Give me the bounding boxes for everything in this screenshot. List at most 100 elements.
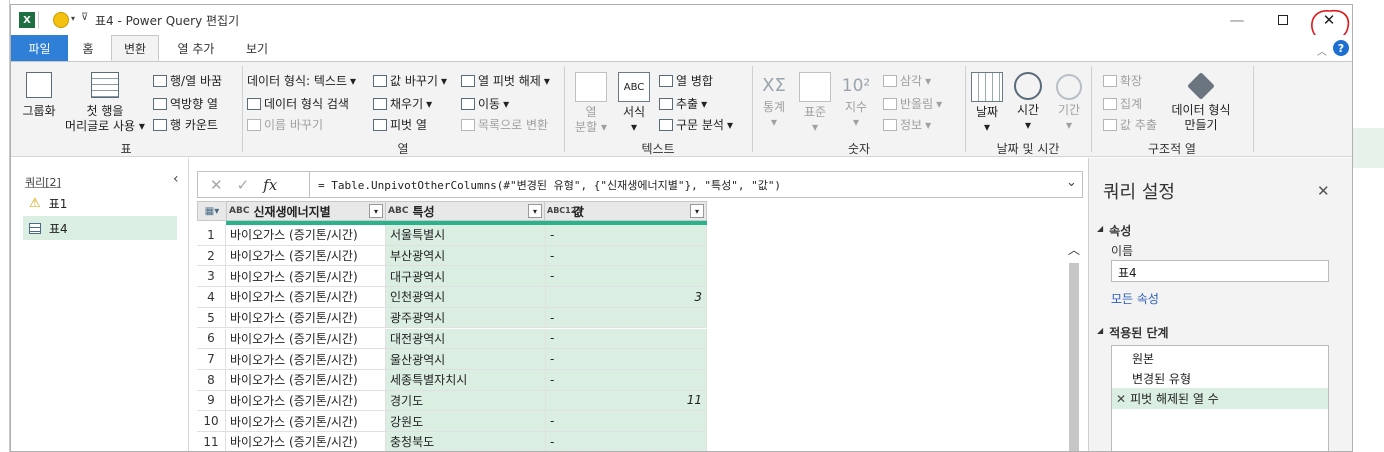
row-number[interactable]: 6 bbox=[197, 328, 226, 350]
cell-value[interactable]: - bbox=[546, 266, 707, 288]
text-type-icon[interactable]: ABC bbox=[388, 206, 408, 216]
close-settings-icon[interactable]: ✕ bbox=[1317, 182, 1330, 200]
trigonometry-button[interactable]: 삼각 ▾ bbox=[883, 72, 931, 89]
cell-energy[interactable]: 바이오가스 (증기톤/시간) bbox=[226, 307, 386, 329]
convert-to-list-button[interactable]: 목록으로 변환 bbox=[461, 116, 548, 133]
cell-value[interactable]: - bbox=[546, 369, 707, 391]
collapse-pane-icon[interactable]: ‹ bbox=[173, 171, 179, 187]
query-item-1[interactable]: ⚠ 표1 bbox=[23, 192, 177, 214]
column-header[interactable]: ABC 신재생에너지별 ▾ bbox=[226, 201, 386, 221]
row-number[interactable]: 1 bbox=[197, 225, 226, 246]
cell-region[interactable]: 세종특별자치시 bbox=[386, 369, 546, 391]
table-menu-button[interactable]: ▦▾ bbox=[197, 201, 227, 221]
column-header[interactable]: ABC123 값 ▾ bbox=[544, 201, 707, 221]
cell-region[interactable]: 경기도 bbox=[386, 390, 546, 412]
cell-energy[interactable]: 바이오가스 (증기톤/시간) bbox=[226, 369, 386, 391]
row-number[interactable]: 8 bbox=[197, 369, 226, 391]
cell-value[interactable]: - bbox=[546, 245, 707, 267]
cell-energy[interactable]: 바이오가스 (증기톤/시간) bbox=[226, 411, 386, 432]
query-name-input[interactable]: 표4 bbox=[1111, 260, 1329, 282]
cell-value[interactable]: - bbox=[546, 225, 707, 246]
merge-columns-button[interactable]: 열 병합 bbox=[659, 72, 713, 89]
row-number[interactable]: 4 bbox=[197, 287, 226, 308]
cell-value[interactable]: - bbox=[546, 307, 707, 329]
information-button[interactable]: 정보 ▾ bbox=[883, 116, 931, 133]
scientific-button[interactable]: 10² 지수 ▾ bbox=[838, 72, 874, 130]
column-header[interactable]: ABC 특성 ▾ bbox=[385, 201, 545, 221]
cell-value[interactable]: 3 bbox=[546, 287, 707, 308]
row-number[interactable]: 9 bbox=[197, 390, 226, 412]
date-button[interactable]: 날짜 ▾ bbox=[969, 72, 1005, 135]
delete-step-icon[interactable]: ✕ bbox=[1116, 392, 1126, 406]
row-number[interactable]: 11 bbox=[197, 432, 226, 451]
cell-region[interactable]: 인천광역시 bbox=[386, 287, 546, 308]
step-item-selected[interactable]: ✕ 피벗 해제된 열 수 bbox=[1112, 388, 1328, 409]
vertical-scrollbar[interactable]: ︿ bbox=[1067, 237, 1081, 451]
rounding-button[interactable]: 반올림 ▾ bbox=[883, 95, 942, 112]
fill-button[interactable]: 채우기 ▾ bbox=[373, 95, 432, 112]
move-button[interactable]: 이동 ▾ bbox=[461, 95, 509, 112]
minimize-button[interactable]: — bbox=[1214, 5, 1260, 35]
tab-transform[interactable]: 변환 bbox=[111, 35, 159, 61]
parse-button[interactable]: 구문 분석 ▾ bbox=[659, 116, 733, 133]
filter-dropdown-icon[interactable]: ▾ bbox=[690, 204, 704, 218]
time-button[interactable]: 시간 ▾ bbox=[1010, 72, 1046, 133]
use-first-row-headers-button[interactable]: 첫 행을 머리글로 사용 ▾ bbox=[59, 72, 151, 134]
scroll-thumb[interactable] bbox=[1069, 263, 1079, 451]
cell-region[interactable]: 울산광역시 bbox=[386, 349, 546, 370]
cell-energy[interactable]: 바이오가스 (증기톤/시간) bbox=[226, 245, 386, 267]
cell-region[interactable]: 부산광역시 bbox=[386, 245, 546, 267]
query-item-4[interactable]: 표4 bbox=[23, 216, 177, 240]
smiley-feedback-icon[interactable] bbox=[53, 12, 69, 28]
cell-region[interactable]: 서울특별시 bbox=[386, 225, 546, 246]
standard-button[interactable]: 표준 ▾ bbox=[797, 72, 833, 135]
row-number[interactable]: 7 bbox=[197, 349, 226, 370]
maximize-button[interactable] bbox=[1260, 5, 1306, 35]
cell-energy[interactable]: 바이오가스 (증기톤/시간) bbox=[226, 225, 386, 246]
cell-energy[interactable]: 바이오가스 (증기톤/시간) bbox=[226, 349, 386, 370]
row-number[interactable]: 10 bbox=[197, 411, 226, 432]
cell-value[interactable]: - bbox=[546, 411, 707, 432]
data-type-dropdown[interactable]: 데이터 형식: 텍스트 ▾ bbox=[247, 72, 356, 89]
collapse-ribbon-icon[interactable]: ︿ bbox=[1317, 43, 1327, 58]
format-button[interactable]: ABC 서식 ▾ bbox=[614, 72, 654, 135]
cell-region[interactable]: 광주광역시 bbox=[386, 307, 546, 329]
extract-values-button[interactable]: 값 추출 bbox=[1103, 116, 1157, 133]
statistics-button[interactable]: XΣ 통계 ▾ bbox=[756, 72, 792, 130]
cell-energy[interactable]: 바이오가스 (증기톤/시간) bbox=[226, 287, 386, 308]
fx-icon[interactable]: fx bbox=[263, 176, 277, 194]
tab-home[interactable]: 홈 bbox=[68, 35, 108, 61]
applied-steps-section[interactable]: ◢ 적용된 단계 bbox=[1097, 324, 1169, 341]
step-item[interactable]: 원본 bbox=[1132, 350, 1154, 367]
text-type-icon[interactable]: ABC bbox=[229, 206, 249, 216]
transpose-button[interactable]: 행/열 바꿈 bbox=[153, 72, 222, 89]
split-column-button[interactable]: 열 분할 ▾ bbox=[571, 72, 611, 135]
cancel-formula-icon[interactable]: ✕ bbox=[210, 176, 223, 194]
expand-button[interactable]: 확장 bbox=[1103, 72, 1142, 89]
rename-button[interactable]: 이름 바꾸기 bbox=[247, 116, 323, 133]
extract-button[interactable]: 추출 ▾ bbox=[659, 95, 707, 112]
confirm-formula-icon[interactable]: ✓ bbox=[237, 176, 250, 194]
pivot-column-button[interactable]: 피벗 열 bbox=[373, 116, 427, 133]
step-item[interactable]: 변경된 유형 bbox=[1132, 370, 1191, 387]
cell-energy[interactable]: 바이오가스 (증기톤/시간) bbox=[226, 328, 386, 350]
cell-region[interactable]: 대전광역시 bbox=[386, 328, 546, 350]
cell-value[interactable]: - bbox=[546, 432, 707, 451]
aggregate-button[interactable]: 집계 bbox=[1103, 95, 1142, 112]
tab-add-column[interactable]: 열 추가 bbox=[164, 35, 228, 61]
reverse-rows-button[interactable]: 역방향 열 bbox=[153, 95, 218, 112]
expand-formula-icon[interactable]: ⌄ bbox=[1066, 175, 1077, 190]
detect-data-type-button[interactable]: 데이터 형식 검색 bbox=[247, 95, 349, 112]
duration-button[interactable]: 기간 ▾ bbox=[1051, 72, 1087, 133]
row-number[interactable]: 3 bbox=[197, 266, 226, 288]
cell-energy[interactable]: 바이오가스 (증기톤/시간) bbox=[226, 266, 386, 288]
cell-region[interactable]: 대구광역시 bbox=[386, 266, 546, 288]
filter-dropdown-icon[interactable]: ▾ bbox=[369, 204, 383, 218]
quick-access-dropdown-icon[interactable]: ⊽ bbox=[81, 12, 88, 23]
row-number[interactable]: 5 bbox=[197, 307, 226, 329]
filter-dropdown-icon[interactable]: ▾ bbox=[528, 204, 542, 218]
group-by-button[interactable]: 그룹화 bbox=[19, 72, 59, 119]
count-rows-button[interactable]: 행 카운트 bbox=[153, 116, 218, 133]
formula-input[interactable]: = Table.UnpivotOtherColumns(#"변경된 유형", {… bbox=[318, 177, 781, 193]
feedback-dropdown-icon[interactable]: ▾ bbox=[71, 14, 75, 23]
